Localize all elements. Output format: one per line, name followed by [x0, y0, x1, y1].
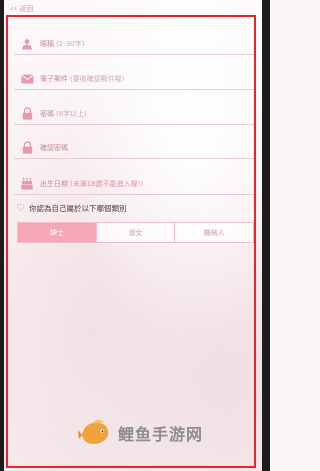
birthday-label: 出生日期 — [40, 179, 68, 188]
back-arrow-icon: ‹‹ — [10, 3, 18, 14]
password-label: 密碼 — [40, 109, 54, 118]
category-option-robot[interactable]: 機械人 — [175, 223, 253, 242]
left-edge-bar — [0, 0, 4, 471]
password-hint: (8字以上) — [56, 109, 87, 118]
nickname-hint: (2-30字) — [56, 39, 85, 48]
lock-icon — [20, 141, 34, 155]
heart-icon: ♡ — [16, 203, 25, 214]
confirm-password-label: 確認密碼 — [40, 143, 68, 152]
person-icon — [20, 37, 34, 51]
nickname-label: 暱稱 — [40, 39, 54, 48]
password-field[interactable]: 密碼 (8字以上) — [14, 103, 254, 125]
category-question: ♡ 你認為自己屬於以下哪個類別 — [16, 203, 126, 214]
email-field[interactable]: 電子郵件 (要收確認郵件喔) — [14, 68, 254, 90]
nickname-field[interactable]: 暱稱 (2-30字) — [14, 33, 254, 55]
category-option-lady[interactable]: 淑女 — [97, 223, 176, 242]
back-label: 返回 — [19, 5, 34, 13]
carp-logo-icon — [78, 419, 109, 445]
birthday-hint: (未滿18歲不能進入喔!) — [70, 179, 144, 188]
category-question-text: 你認為自己屬於以下哪個類別 — [28, 204, 127, 213]
category-selector: 紳士 淑女 機械人 — [17, 222, 254, 243]
birthday-field[interactable]: 出生日期 (未滿18歲不能進入喔!) — [14, 173, 254, 195]
site-watermark: 鲤鱼手游网 — [78, 418, 203, 448]
cake-icon — [20, 177, 34, 191]
lock-icon — [20, 107, 34, 121]
back-link[interactable]: ‹‹ 返回 — [10, 2, 33, 16]
email-hint: (要收確認郵件喔) — [70, 74, 125, 83]
email-label: 電子郵件 — [40, 74, 68, 83]
right-edge-bar — [262, 0, 270, 471]
watermark-text: 鲤鱼手游网 — [118, 425, 204, 444]
mail-icon — [20, 72, 34, 86]
category-option-gentleman[interactable]: 紳士 — [18, 223, 97, 242]
confirm-password-field[interactable]: 確認密碼 — [14, 137, 254, 159]
